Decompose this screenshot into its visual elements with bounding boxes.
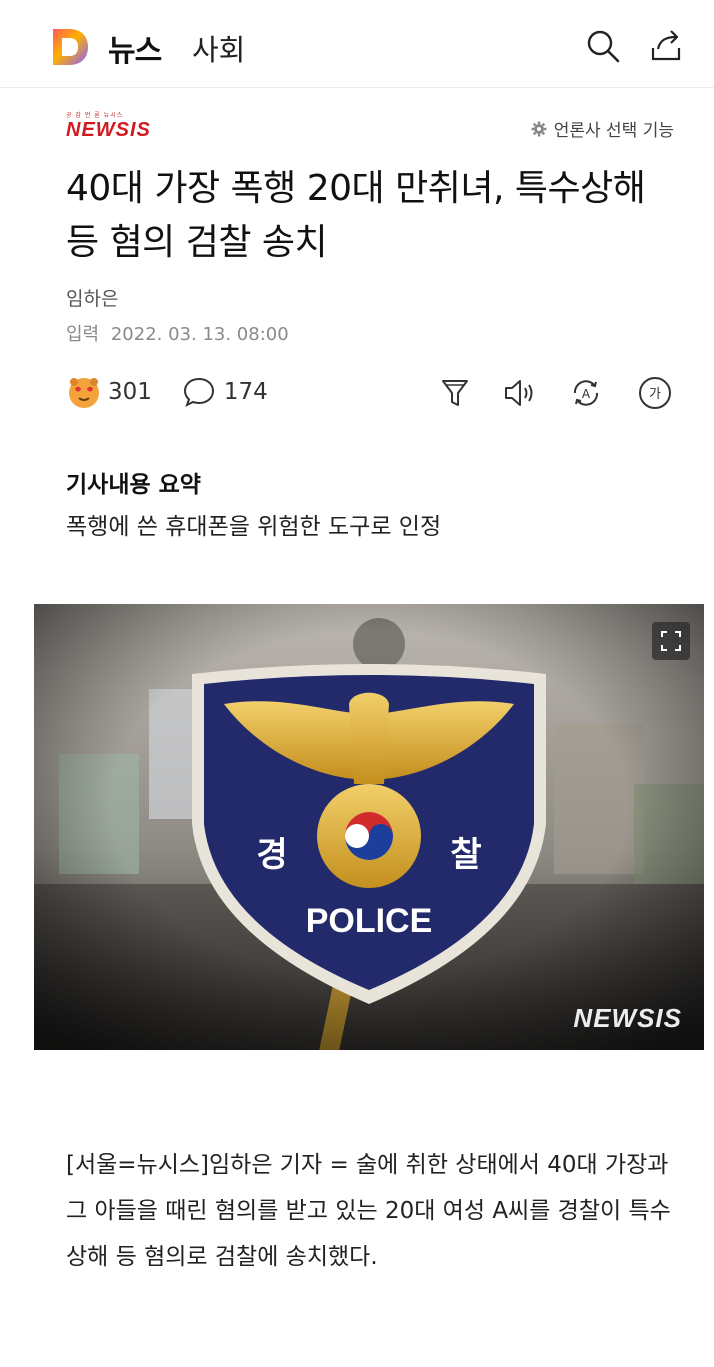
comment-icon[interactable] (182, 375, 216, 409)
font-size-icon[interactable]: 가 (638, 376, 672, 410)
emblem-police-text: POLICE (306, 902, 433, 940)
font-size-glyph: 가 (649, 387, 661, 402)
author-name[interactable]: 임하은 (66, 284, 118, 311)
emblem-right-char: 찰 (450, 835, 481, 875)
reaction-count[interactable]: 301 (108, 379, 152, 405)
press-row: 공 감 언 론 뉴시스 NEWSIS 언론사 선택 기능 (0, 108, 714, 148)
article-headline: 40대 가장 폭행 20대 만취녀, 특수상해 등 혐의 검찰 송치 (66, 168, 646, 263)
emblem-left-char: 경 (256, 835, 287, 875)
police-emblem-photo: 경 찰 POLICE (34, 604, 704, 1050)
publish-date: 입력 2022. 03. 13. 08:00 (66, 320, 289, 346)
photo-watermark: NEWSIS (573, 1003, 682, 1033)
daum-logo-icon[interactable] (50, 26, 90, 68)
article-body: [서울=뉴시스]임하은 기자 = 술에 취한 상태에서 40대 가장과 그 아들… (66, 1152, 671, 1270)
section-title[interactable]: 사회 (192, 27, 245, 69)
summary-filter-icon[interactable] (438, 376, 472, 410)
article-photo[interactable]: 경 찰 POLICE NEWSIS (34, 604, 704, 1050)
press-tagline: 공 감 언 론 뉴시스 (66, 112, 124, 119)
share-icon[interactable] (648, 28, 684, 64)
translate-icon[interactable]: A (569, 376, 603, 410)
reaction-bar: 301 174 (66, 374, 268, 410)
search-icon[interactable] (585, 28, 621, 64)
date-value: 2022. 03. 13. 08:00 (110, 324, 289, 345)
press-logo[interactable]: NEWSIS (66, 119, 151, 142)
translate-glyph: A (582, 387, 591, 401)
press-select-button[interactable]: 언론사 선택 기능 (531, 116, 674, 141)
expand-icon[interactable] (652, 622, 690, 660)
top-bar: 뉴스 사회 (0, 0, 714, 88)
service-title[interactable]: 뉴스 (108, 26, 162, 70)
reaction-emoji-icon[interactable] (66, 374, 102, 410)
listen-icon[interactable] (502, 376, 536, 410)
summary-text: 폭행에 쓴 휴대폰을 위험한 도구로 인정 (66, 514, 442, 540)
date-label: 입력 (66, 324, 100, 345)
summary-title: 기사내용 요약 (66, 472, 201, 498)
gear-icon (531, 121, 547, 136)
press-select-label: 언론사 선택 기능 (553, 121, 674, 141)
comment-count[interactable]: 174 (224, 379, 268, 405)
